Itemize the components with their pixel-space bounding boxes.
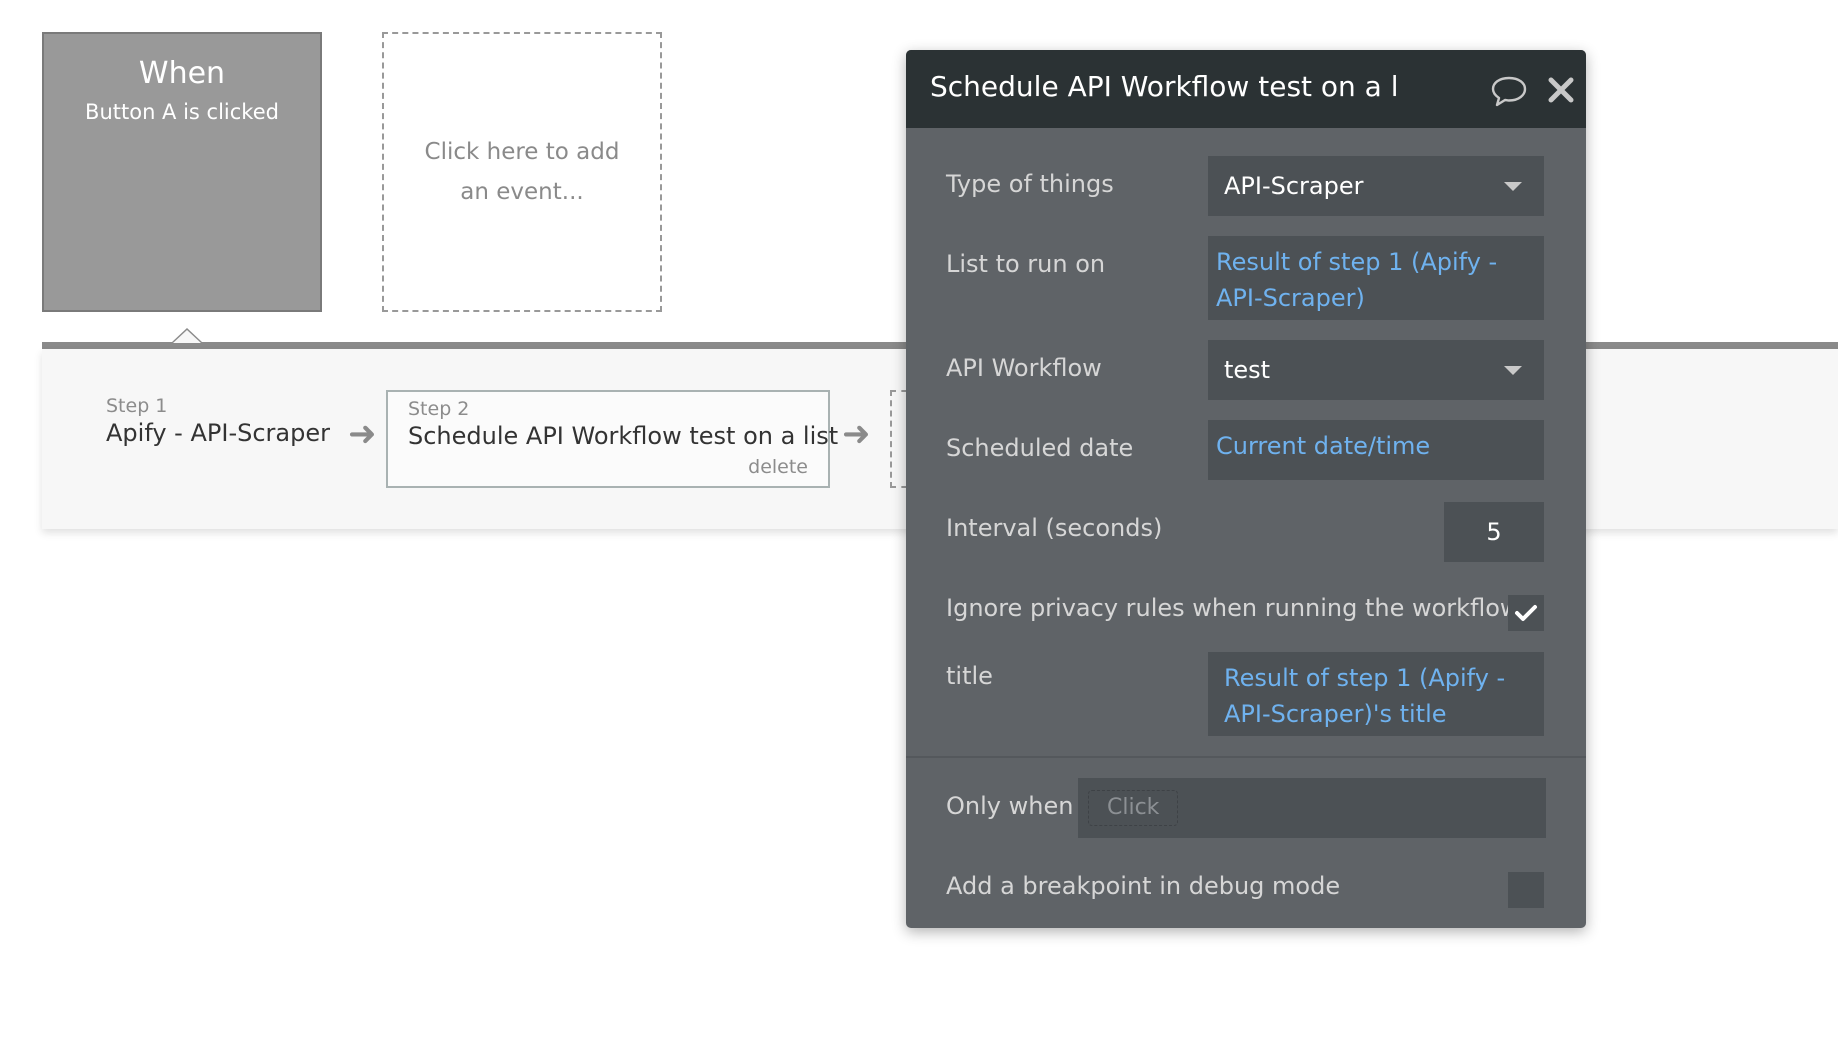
api-workflow-value: test bbox=[1224, 356, 1271, 384]
scheduled-date-label: Scheduled date bbox=[946, 434, 1134, 462]
arrow-right-icon: ➜ bbox=[348, 414, 377, 454]
ignore-privacy-label: Ignore privacy rules when running the wo… bbox=[946, 594, 1520, 622]
step-name: Apify - API-Scraper bbox=[106, 419, 330, 447]
caret-down-icon bbox=[1504, 182, 1522, 191]
event-card[interactable]: When Button A is clicked bbox=[42, 32, 322, 312]
only-when-condition-field[interactable]: Click bbox=[1078, 778, 1546, 838]
action-properties-panel: Schedule API Workflow test on a l Type o… bbox=[906, 50, 1586, 928]
step-name: Schedule API Workflow test on a list bbox=[408, 422, 839, 450]
delete-step-link[interactable]: delete bbox=[748, 456, 808, 478]
api-workflow-dropdown[interactable]: test bbox=[1208, 340, 1544, 400]
step-number: Step 2 bbox=[408, 398, 470, 420]
title-param-label: title bbox=[946, 662, 993, 690]
close-icon[interactable] bbox=[1546, 72, 1576, 106]
interval-input[interactable]: 5 bbox=[1444, 502, 1544, 562]
step-1[interactable]: Step 1 Apify - API-Scraper bbox=[106, 395, 330, 447]
arrow-right-icon: ➜ bbox=[842, 414, 871, 454]
step-2[interactable]: Step 2 Schedule API Workflow test on a l… bbox=[386, 390, 839, 488]
interval-label: Interval (seconds) bbox=[946, 514, 1163, 542]
type-of-things-label: Type of things bbox=[946, 170, 1114, 198]
panel-divider bbox=[906, 756, 1586, 758]
ignore-privacy-checkbox[interactable] bbox=[1508, 595, 1544, 631]
strip-pointer-fill bbox=[173, 330, 201, 343]
type-of-things-dropdown[interactable]: API-Scraper bbox=[1208, 156, 1544, 216]
list-to-run-on-expression[interactable]: Result of step 1 (Apify - API-Scraper) bbox=[1208, 236, 1544, 320]
workflow-editor-canvas: When Button A is clicked Click here to a… bbox=[0, 0, 1838, 1064]
caret-down-icon bbox=[1504, 366, 1522, 375]
add-event-button[interactable]: Click here to add an event... bbox=[382, 32, 662, 312]
event-when-label: When bbox=[138, 56, 226, 91]
event-trigger-label: Button A is clicked bbox=[85, 100, 279, 124]
add-event-label: Click here to add an event... bbox=[424, 139, 620, 205]
checkmark-icon bbox=[1515, 605, 1537, 621]
only-when-placeholder: Click bbox=[1088, 790, 1179, 826]
step-number: Step 1 bbox=[106, 395, 168, 417]
api-workflow-label: API Workflow bbox=[946, 354, 1102, 382]
panel-title: Schedule API Workflow test on a l bbox=[930, 70, 1399, 103]
comment-icon[interactable] bbox=[1490, 74, 1528, 108]
panel-header: Schedule API Workflow test on a l bbox=[906, 50, 1586, 128]
breakpoint-checkbox[interactable] bbox=[1508, 872, 1544, 908]
breakpoint-label: Add a breakpoint in debug mode bbox=[946, 872, 1341, 900]
title-param-expression[interactable]: Result of step 1 (Apify - API-Scraper)'s… bbox=[1208, 652, 1544, 736]
list-to-run-on-label: List to run on bbox=[946, 250, 1106, 278]
only-when-label: Only when bbox=[946, 792, 1074, 820]
type-of-things-value: API-Scraper bbox=[1224, 172, 1364, 200]
scheduled-date-expression[interactable]: Current date/time bbox=[1208, 420, 1544, 480]
